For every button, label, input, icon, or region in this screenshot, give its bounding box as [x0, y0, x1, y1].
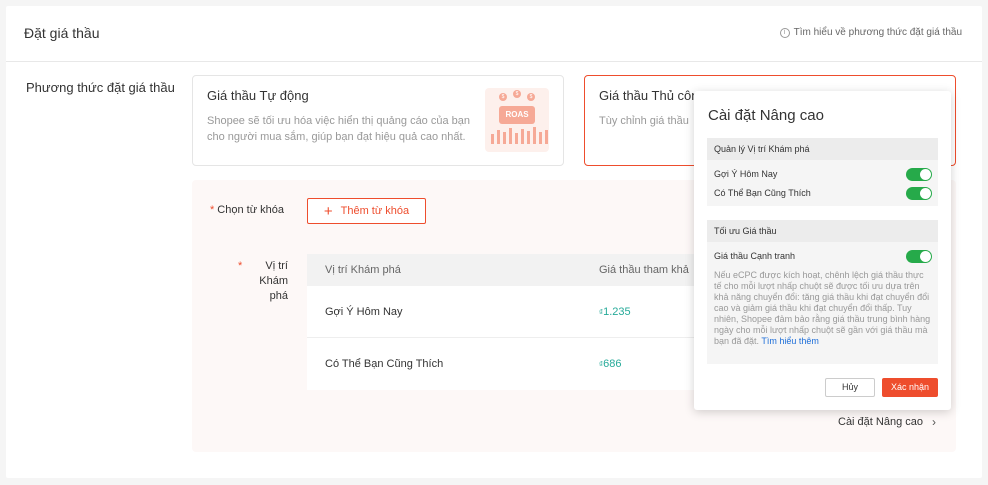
reference-bid: ₫1.235	[599, 305, 631, 318]
placement-label: * Vị trí Khám phá	[238, 259, 288, 304]
table-header: Vị trí Khám phá Giá thầu tham khả	[307, 254, 727, 286]
confirm-button[interactable]: Xác nhận	[882, 378, 938, 397]
roas-illustration: $ $ $ ROAS	[485, 88, 549, 152]
advanced-settings-link[interactable]: Cài đặt Nâng cao ›	[838, 415, 936, 429]
toggle-switch[interactable]	[906, 187, 932, 200]
option-row: Giá thầu Cạnh tranh	[707, 247, 938, 266]
toggle-switch[interactable]	[906, 250, 932, 263]
column-header-bid: Giá thầu tham khả	[599, 264, 689, 276]
placement-table: Vị trí Khám phá Giá thầu tham khả Gợi Ý …	[307, 254, 727, 390]
roas-badge: ROAS	[499, 106, 535, 124]
ecpc-description: Nếu eCPC được kích hoạt, chênh lệch giá …	[714, 270, 931, 346]
option-row: Có Thể Bạn Cũng Thích	[707, 184, 938, 203]
plus-icon: +	[323, 202, 333, 220]
table-row: Gợi Ý Hôm Nay ₫1.235	[307, 286, 727, 338]
placement-name: Có Thể Bạn Cũng Thích	[325, 358, 444, 370]
learn-more-label: Tìm hiểu về phương thức đặt giá thầu	[793, 27, 962, 38]
advanced-settings-popover: Cài đặt Nâng cao Quản lý Vị trí Khám phá…	[694, 91, 951, 410]
learn-more-link[interactable]: i Tìm hiểu về phương thức đặt giá thầu	[779, 27, 962, 38]
cancel-button[interactable]: Hủy	[825, 378, 875, 397]
learn-more-link[interactable]: Tìm hiểu thêm	[761, 336, 819, 346]
add-keyword-label: Thêm từ khóa	[340, 205, 410, 217]
table-row: Có Thể Bạn Cũng Thích ₫686	[307, 338, 727, 390]
placement-management-section: Quản lý Vị trí Khám phá Gợi Ý Hôm Nay Có…	[707, 138, 938, 206]
required-mark: *	[210, 204, 215, 216]
auto-bid-option[interactable]: Giá thầu Tự động Shopee sẽ tối ưu hóa vi…	[192, 75, 564, 166]
chevron-right-icon: ›	[932, 415, 936, 429]
keyword-label: * Chọn từ khóa	[210, 204, 284, 216]
toggle-switch[interactable]	[906, 168, 932, 181]
option-row: Gợi Ý Hôm Nay	[707, 165, 938, 184]
placement-name: Gợi Ý Hôm Nay	[325, 305, 403, 318]
option-label: Giá thầu Cạnh tranh	[714, 251, 796, 261]
reference-bid: ₫686	[599, 358, 622, 370]
card-header: Đặt giá thầu i Tìm hiểu về phương thức đ…	[6, 6, 982, 62]
required-mark: *	[238, 260, 243, 272]
info-icon: i	[779, 27, 790, 38]
coin-icon: $	[527, 93, 535, 101]
section-title: Tối ưu Giá thầu	[707, 220, 938, 242]
auto-bid-desc: Shopee sẽ tối ưu hóa việc hiển thị quảng…	[207, 115, 471, 143]
option-label: Gợi Ý Hôm Nay	[714, 169, 778, 179]
popover-title: Cài đặt Nâng cao	[708, 107, 824, 124]
bar-graphic	[491, 127, 548, 144]
bid-method-label: Phương thức đặt giá thầu	[26, 80, 175, 95]
section-title: Quản lý Vị trí Khám phá	[707, 138, 938, 160]
placement-label-text: Vị trí Khám phá	[259, 260, 288, 302]
column-header-placement: Vị trí Khám phá	[325, 264, 401, 276]
keyword-label-text: Chọn từ khóa	[217, 204, 284, 216]
coin-icon: $	[499, 93, 507, 101]
coin-icon: $	[513, 90, 521, 98]
advanced-settings-label: Cài đặt Nâng cao	[838, 416, 923, 428]
page-title: Đặt giá thầu	[24, 25, 100, 41]
add-keyword-button[interactable]: + Thêm từ khóa	[307, 198, 426, 224]
option-label: Có Thể Bạn Cũng Thích	[714, 188, 811, 198]
bid-optimization-section: Tối ưu Giá thầu Giá thầu Cạnh tranh Nếu …	[707, 220, 938, 364]
